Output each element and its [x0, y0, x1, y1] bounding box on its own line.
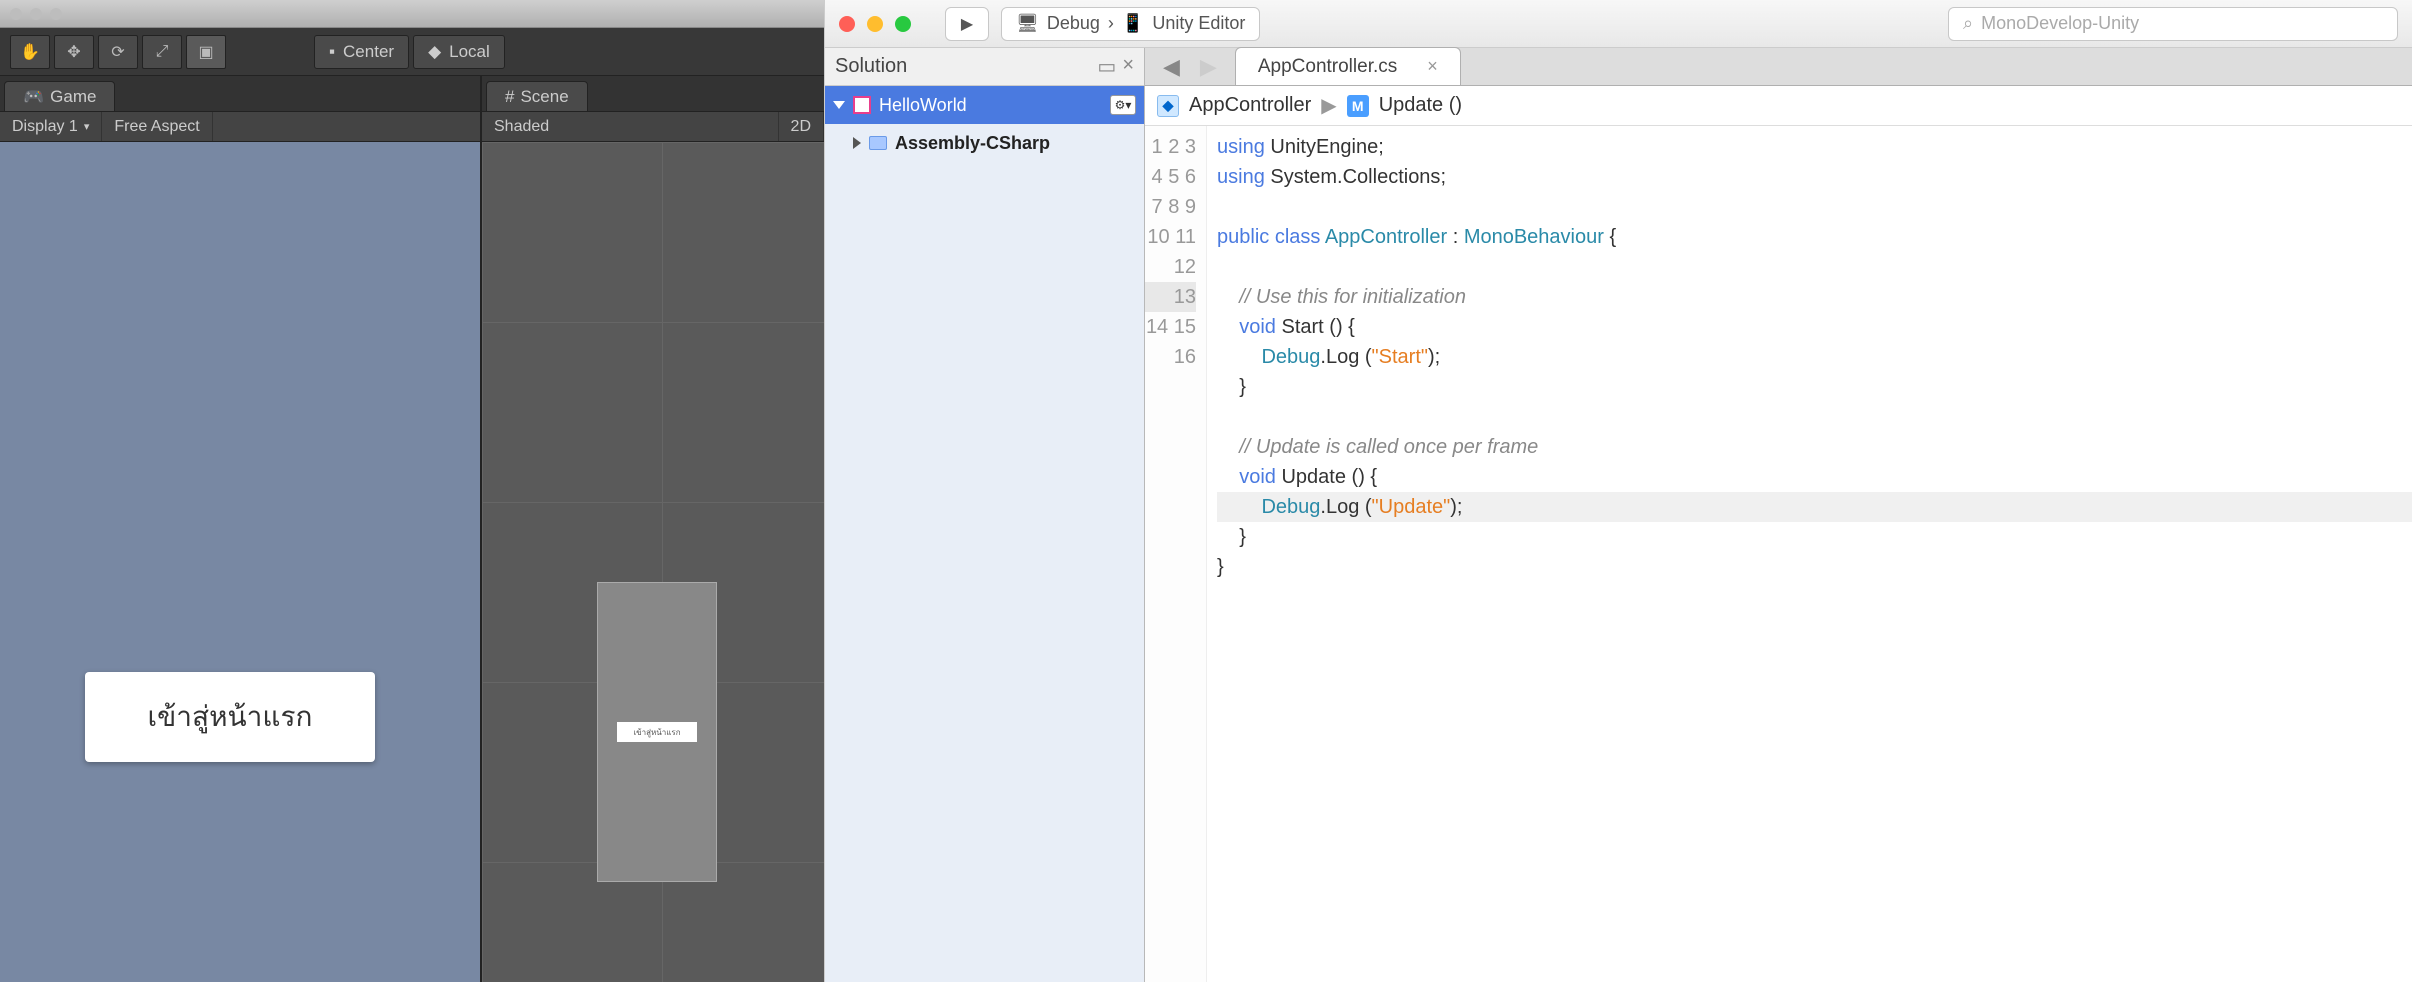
run-button[interactable]: ▶: [945, 7, 989, 41]
monitor-icon: 🖥: [1016, 13, 1039, 34]
close-icon[interactable]: [10, 8, 22, 20]
local-icon: ◆: [428, 42, 441, 62]
rotate-tool-button[interactable]: ⟳: [98, 35, 138, 69]
solution-header[interactable]: Solution ▭×: [825, 48, 1144, 86]
aspect-dropdown[interactable]: Free Aspect: [102, 112, 212, 141]
scale-tool-button[interactable]: ⤢: [142, 35, 182, 69]
center-icon: ▪: [329, 42, 335, 62]
close-pad-icon[interactable]: ×: [1122, 54, 1134, 79]
pivot-toggle[interactable]: ▪Center: [314, 35, 409, 69]
enter-home-button[interactable]: เข้าสู่หน้าแรก: [85, 672, 375, 762]
solution-pane: Solution ▭× HelloWorld ⚙▾ Assembly-CShar…: [825, 48, 1145, 982]
solution-item-assembly[interactable]: Assembly-CSharp: [825, 124, 1144, 162]
2d-toggle[interactable]: 2D: [779, 112, 824, 141]
game-panel: 🎮Game Display 1▾ Free Aspect เข้าสู่หน้า…: [0, 76, 480, 982]
move-tool-button[interactable]: ✥: [54, 35, 94, 69]
close-icon[interactable]: [839, 16, 855, 32]
close-tab-icon[interactable]: ×: [1427, 56, 1438, 77]
zoom-icon[interactable]: [895, 16, 911, 32]
scene-icon: #: [505, 87, 514, 107]
method-icon: M: [1347, 95, 1369, 117]
display-dropdown[interactable]: Display 1▾: [0, 112, 102, 141]
tab-appcontroller[interactable]: AppController.cs×: [1235, 47, 1461, 85]
shading-dropdown[interactable]: Shaded: [482, 112, 779, 141]
expand-icon[interactable]: [833, 101, 845, 109]
hand-tool-button[interactable]: ✋: [10, 35, 50, 69]
mono-titlebar[interactable]: ▶ 🖥Debug› 📱Unity Editor ⌕MonoDevelop-Uni…: [825, 0, 2412, 48]
tab-scene[interactable]: #Scene: [486, 81, 588, 111]
expand-icon[interactable]: [853, 137, 861, 149]
scene-view[interactable]: เข้าสู่หน้าแรก: [482, 142, 824, 982]
scene-canvas-object[interactable]: เข้าสู่หน้าแรก: [597, 582, 717, 882]
game-view[interactable]: เข้าสู่หน้าแรก: [0, 142, 480, 982]
gear-icon[interactable]: ⚙▾: [1110, 95, 1136, 115]
scene-ui-button[interactable]: เข้าสู่หน้าแรก: [617, 722, 697, 742]
search-input[interactable]: ⌕MonoDevelop-Unity: [1948, 7, 2398, 41]
game-icon: 🎮: [23, 87, 44, 107]
unity-window: ✋ ✥ ⟳ ⤢ ▣ ▪Center ◆Local 🎮Game Display 1…: [0, 0, 824, 982]
pad-options-icon[interactable]: ▭: [1097, 54, 1116, 79]
code-editor[interactable]: 1 2 3 4 5 6 7 8 9 10 11 12 13 14 15 16 u…: [1145, 126, 2412, 982]
project-icon: [853, 96, 871, 114]
nav-back-button[interactable]: ◀: [1163, 54, 1180, 80]
class-icon: ◆: [1157, 95, 1179, 117]
scene-panel: #Scene Shaded 2D เข้าสู่หน้าแรก: [480, 76, 824, 982]
minimize-icon[interactable]: [867, 16, 883, 32]
nav-forward-button[interactable]: ▶: [1200, 54, 1217, 80]
line-gutter: 1 2 3 4 5 6 7 8 9 10 11 12 13 14 15 16: [1145, 126, 1207, 982]
editor-tabs: ◀ ▶ AppController.cs×: [1145, 48, 2412, 86]
monodevelop-window: ▶ 🖥Debug› 📱Unity Editor ⌕MonoDevelop-Uni…: [824, 0, 2412, 982]
device-icon: 📱: [1122, 13, 1144, 34]
zoom-icon[interactable]: [50, 8, 62, 20]
play-icon: ▶: [961, 14, 973, 34]
config-selector[interactable]: 🖥Debug› 📱Unity Editor: [1001, 7, 1260, 41]
solution-item-project[interactable]: HelloWorld ⚙▾: [825, 86, 1144, 124]
search-icon: ⌕: [1963, 13, 1973, 34]
rect-tool-button[interactable]: ▣: [186, 35, 226, 69]
minimize-icon[interactable]: [30, 8, 42, 20]
unity-toolbar: ✋ ✥ ⟳ ⤢ ▣ ▪Center ◆Local: [0, 28, 824, 76]
space-toggle[interactable]: ◆Local: [413, 35, 505, 69]
unity-panels: 🎮Game Display 1▾ Free Aspect เข้าสู่หน้า…: [0, 76, 824, 982]
editor-pane: ◀ ▶ AppController.cs× ◆ AppController ▶ …: [1145, 48, 2412, 982]
code-content[interactable]: using UnityEngine; using System.Collecti…: [1207, 126, 2412, 982]
unity-titlebar[interactable]: [0, 0, 824, 28]
folder-icon: [869, 136, 887, 150]
tab-game[interactable]: 🎮Game: [4, 81, 115, 111]
breadcrumb[interactable]: ◆ AppController ▶ M Update (): [1145, 86, 2412, 126]
